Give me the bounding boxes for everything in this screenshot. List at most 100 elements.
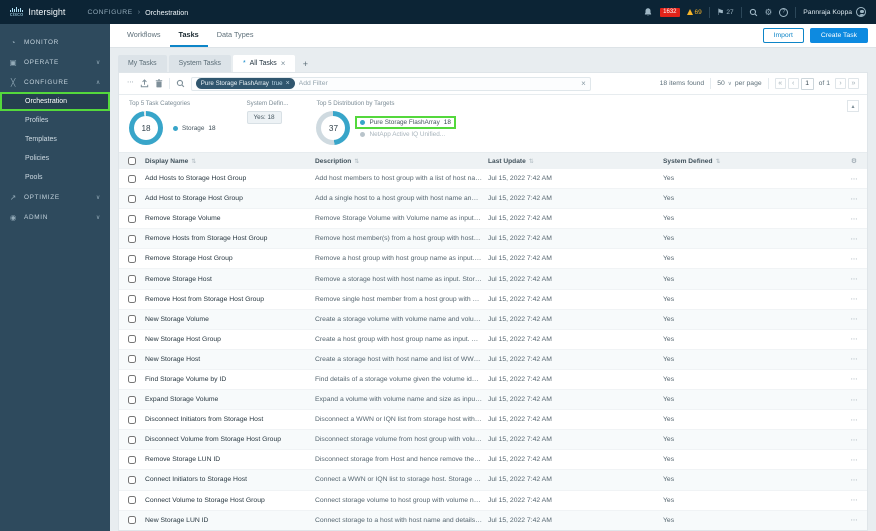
row-actions-icon[interactable]: ⋯ bbox=[841, 375, 867, 383]
task-display-name[interactable]: Expand Storage Volume bbox=[145, 396, 315, 403]
current-page-box[interactable]: 1 bbox=[800, 77, 814, 90]
table-row[interactable]: New Storage Host Group Create a host gro… bbox=[119, 329, 867, 350]
export-icon[interactable] bbox=[140, 79, 149, 88]
row-checkbox[interactable] bbox=[128, 214, 136, 223]
row-actions-icon[interactable]: ⋯ bbox=[841, 175, 867, 183]
filter-search-icon[interactable] bbox=[176, 79, 185, 88]
task-display-name[interactable]: Remove Host from Storage Host Group bbox=[145, 296, 315, 303]
row-actions-icon[interactable]: ⋯ bbox=[841, 215, 867, 223]
row-checkbox[interactable] bbox=[128, 516, 136, 525]
search-icon[interactable] bbox=[749, 8, 758, 17]
task-display-name[interactable]: Remove Storage Host bbox=[145, 276, 315, 283]
sidebar-item-optimize[interactable]: ↗ OPTIMIZE ∨ bbox=[0, 187, 110, 207]
sidebar-item-pools[interactable]: Pools bbox=[0, 168, 110, 187]
legend-item-storage[interactable]: Storage 18 bbox=[170, 124, 219, 133]
task-display-name[interactable]: Connect Initiators to Storage Host bbox=[145, 476, 315, 483]
row-actions-icon[interactable]: ⋯ bbox=[841, 235, 867, 243]
table-row[interactable]: Disconnect Initiators from Storage Host … bbox=[119, 410, 867, 431]
row-actions-icon[interactable]: ⋯ bbox=[841, 396, 867, 404]
row-actions-icon[interactable]: ⋯ bbox=[841, 416, 867, 424]
task-display-name[interactable]: Remove Storage Volume bbox=[145, 215, 315, 222]
help-icon[interactable]: ? bbox=[779, 7, 789, 17]
row-actions-icon[interactable]: ⋯ bbox=[841, 355, 867, 363]
first-page-button[interactable]: « bbox=[774, 78, 786, 89]
collapse-widgets-icon[interactable]: ▴ bbox=[847, 100, 859, 112]
row-checkbox[interactable] bbox=[128, 254, 136, 263]
table-row[interactable]: Remove Hosts from Storage Host Group Rem… bbox=[119, 229, 867, 250]
table-row[interactable]: Remove Storage Host Remove a storage hos… bbox=[119, 269, 867, 290]
table-row[interactable]: Add Hosts to Storage Host Group Add host… bbox=[119, 169, 867, 190]
requests-icon[interactable]: ⚑ 27 bbox=[717, 8, 734, 17]
row-actions-icon[interactable]: ⋯ bbox=[841, 335, 867, 343]
row-actions-icon[interactable]: ⋯ bbox=[841, 275, 867, 283]
task-display-name[interactable]: Disconnect Initiators from Storage Host bbox=[145, 416, 315, 423]
tab-data-types[interactable]: Data Types bbox=[208, 24, 263, 47]
task-display-name[interactable]: New Storage Host bbox=[145, 356, 315, 363]
row-actions-icon[interactable]: ⋯ bbox=[841, 516, 867, 524]
row-actions-icon[interactable]: ⋯ bbox=[841, 476, 867, 484]
notifications-bell-icon[interactable] bbox=[643, 7, 653, 17]
row-checkbox[interactable] bbox=[128, 335, 136, 344]
add-view-tab-button[interactable]: + bbox=[297, 55, 313, 72]
row-checkbox[interactable] bbox=[128, 475, 136, 484]
per-page-select[interactable]: 50 ∨ per page bbox=[717, 80, 761, 87]
table-row[interactable]: Expand Storage Volume Expand a volume wi… bbox=[119, 390, 867, 411]
column-system-defined[interactable]: System Defined ⇅ bbox=[663, 158, 841, 165]
critical-alarms-badge[interactable]: 1632 bbox=[660, 7, 680, 17]
row-actions-icon[interactable]: ⋯ bbox=[841, 195, 867, 203]
last-page-button[interactable]: » bbox=[848, 78, 859, 89]
sidebar-item-monitor[interactable]: ◔ MONITOR bbox=[0, 32, 110, 52]
row-checkbox[interactable] bbox=[128, 174, 136, 183]
row-checkbox[interactable] bbox=[128, 275, 136, 284]
filter-field[interactable]: Pure Storage FlashArray true × × bbox=[190, 76, 591, 91]
table-row[interactable]: New Storage Volume Create a storage volu… bbox=[119, 309, 867, 330]
task-display-name[interactable]: Remove Hosts from Storage Host Group bbox=[145, 235, 315, 242]
task-display-name[interactable]: Remove Storage LUN ID bbox=[145, 456, 315, 463]
column-display-name[interactable]: Display Name ⇅ bbox=[145, 158, 315, 165]
clear-filters-icon[interactable]: × bbox=[581, 79, 586, 88]
sidebar-item-templates[interactable]: Templates bbox=[0, 130, 110, 149]
task-display-name[interactable]: New Storage Host Group bbox=[145, 336, 315, 343]
sidebar-item-orchestration[interactable]: Orchestration bbox=[0, 92, 110, 111]
prev-page-button[interactable]: ‹ bbox=[787, 78, 799, 89]
select-all-checkbox[interactable] bbox=[128, 157, 136, 165]
task-display-name[interactable]: Add Hosts to Storage Host Group bbox=[145, 175, 315, 182]
tab-system-tasks[interactable]: System Tasks bbox=[168, 55, 231, 72]
next-page-button[interactable]: › bbox=[835, 78, 846, 89]
breadcrumb-section[interactable]: CONFIGURE bbox=[87, 9, 132, 16]
table-row[interactable]: Remove Storage Host Group Remove a host … bbox=[119, 249, 867, 270]
row-actions-icon[interactable]: ⋯ bbox=[841, 456, 867, 464]
close-tab-icon[interactable]: × bbox=[281, 59, 286, 68]
row-checkbox[interactable] bbox=[128, 435, 136, 444]
table-row[interactable]: Remove Storage Volume Remove Storage Vol… bbox=[119, 209, 867, 230]
legend-item-pure-storage[interactable]: Pure Storage FlashArray 18 bbox=[355, 115, 456, 129]
row-checkbox[interactable] bbox=[128, 375, 136, 384]
tab-my-tasks[interactable]: My Tasks bbox=[118, 55, 167, 72]
row-checkbox[interactable] bbox=[128, 455, 136, 464]
task-display-name[interactable]: Find Storage Volume by ID bbox=[145, 376, 315, 383]
sidebar-item-operate[interactable]: ▣ OPERATE ∨ bbox=[0, 52, 110, 72]
row-actions-icon[interactable]: ⋯ bbox=[841, 315, 867, 323]
table-row[interactable]: Connect Volume to Storage Host Group Con… bbox=[119, 490, 867, 511]
tab-all-tasks[interactable]: * All Tasks × bbox=[232, 55, 296, 72]
task-display-name[interactable]: New Storage LUN ID bbox=[145, 517, 315, 524]
settings-gear-icon[interactable]: ⚙ bbox=[765, 8, 773, 17]
row-actions-icon[interactable]: ⋯ bbox=[841, 255, 867, 263]
table-row[interactable]: Add Host to Storage Host Group Add a sin… bbox=[119, 189, 867, 210]
table-row[interactable]: Find Storage Volume by ID Find details o… bbox=[119, 369, 867, 391]
row-checkbox[interactable] bbox=[128, 496, 136, 505]
row-checkbox[interactable] bbox=[128, 194, 136, 203]
table-row[interactable]: Connect Initiators to Storage Host Conne… bbox=[119, 470, 867, 491]
table-row[interactable]: Remove Storage LUN ID Disconnect storage… bbox=[119, 450, 867, 471]
row-checkbox[interactable] bbox=[128, 295, 136, 304]
table-row[interactable]: New Storage Host Create a storage host w… bbox=[119, 349, 867, 370]
task-display-name[interactable]: Remove Storage Host Group bbox=[145, 255, 315, 262]
more-actions-icon[interactable]: ⋯ bbox=[127, 79, 134, 87]
filter-chip[interactable]: Pure Storage FlashArray true × bbox=[195, 78, 295, 89]
task-categories-donut[interactable]: 18 bbox=[129, 111, 163, 145]
table-row[interactable]: Remove Host from Storage Host Group Remo… bbox=[119, 289, 867, 310]
task-display-name[interactable]: Add Host to Storage Host Group bbox=[145, 195, 315, 202]
system-defined-tag[interactable]: Yes: 18 bbox=[246, 111, 282, 124]
tab-tasks[interactable]: Tasks bbox=[169, 24, 208, 47]
tab-workflows[interactable]: Workflows bbox=[118, 24, 170, 47]
